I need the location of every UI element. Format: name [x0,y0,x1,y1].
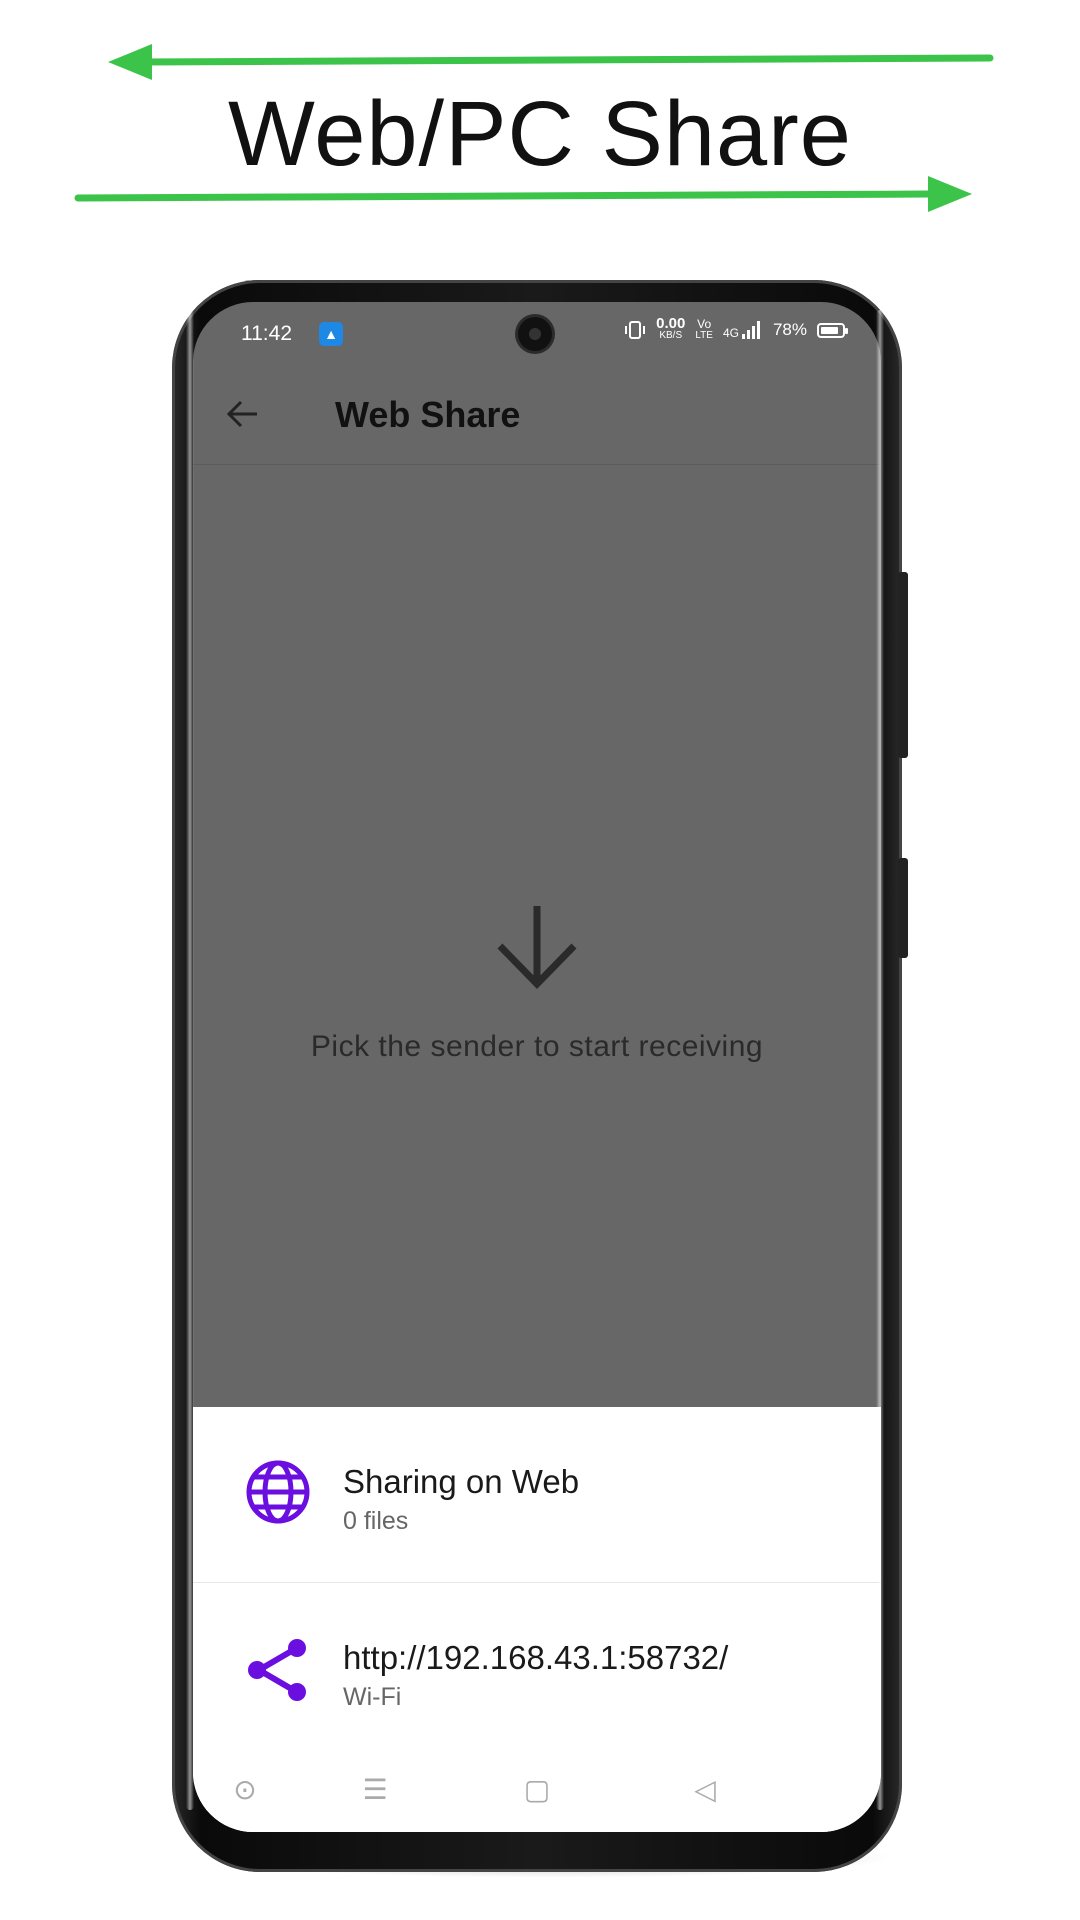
android-icon: ▲ [319,322,343,346]
row-subtitle: 0 files [343,1507,409,1535]
vibrate-icon [625,321,646,339]
assistant-icon[interactable]: ⊙ [227,1772,263,1808]
app-bar: Web Share [193,364,881,465]
status-icons: 0.00 KB/S Vo LTE 4G 78% [624,315,848,342]
share-link-row[interactable]: http://192.168.43.1:58732/ Wi-Fi [193,1585,881,1755]
signal-icon: 4G [723,320,763,340]
empty-state: Pick the sender to start receiving [193,902,881,1064]
battery-icon [817,322,848,338]
phone-screen: 11:42 ▲ 0.00 KB/S Vo LTE 4G 78% Web Shar… [193,302,881,1832]
net-speed-value: 0.00 [656,315,686,332]
volume-button [898,572,908,758]
share-url[interactable]: http://192.168.43.1:58732/ [343,1639,728,1677]
promo-title: Web/PC Share [228,83,852,185]
back-triangle-icon[interactable]: ◁ [687,1772,723,1808]
globe-icon [246,1460,310,1524]
menu-icon[interactable]: ☰ [357,1772,393,1808]
row-subtitle: Wi-Fi [343,1683,402,1711]
divider [193,1582,881,1583]
net-speed: 0.00 KB/S [656,315,686,342]
sharing-on-web-row[interactable]: Sharing on Web 0 files [193,1407,881,1577]
status-bar: 11:42 ▲ 0.00 KB/S Vo LTE 4G 78% [193,302,881,364]
empty-state-message: Pick the sender to start receiving [310,1030,764,1063]
system-nav-bar: ⊙ ☰ ▢ ◁ [193,1752,881,1832]
bezel-highlight-left [186,310,194,1810]
volte-bottom: LTE [695,330,713,341]
network-type: 4G [722,326,739,340]
volte-indicator: Vo LTE [695,318,713,342]
page-title: Web Share [335,394,521,435]
arrow-down-icon [497,906,577,990]
power-button [898,858,908,958]
share-icon [248,1639,306,1701]
bezel-highlight-right [876,310,884,1810]
front-camera [518,317,552,351]
volte-top: Vo [697,317,712,331]
status-time: 11:42 [241,322,292,345]
home-square-icon[interactable]: ▢ [519,1772,555,1808]
arrow-left-icon[interactable] [223,394,263,434]
battery-percent: 78% [772,320,807,339]
bottom-sheet: Sharing on Web 0 files http://192.168.43… [193,1407,881,1832]
row-title: Sharing on Web [343,1463,580,1500]
net-speed-unit: KB/S [659,330,683,341]
